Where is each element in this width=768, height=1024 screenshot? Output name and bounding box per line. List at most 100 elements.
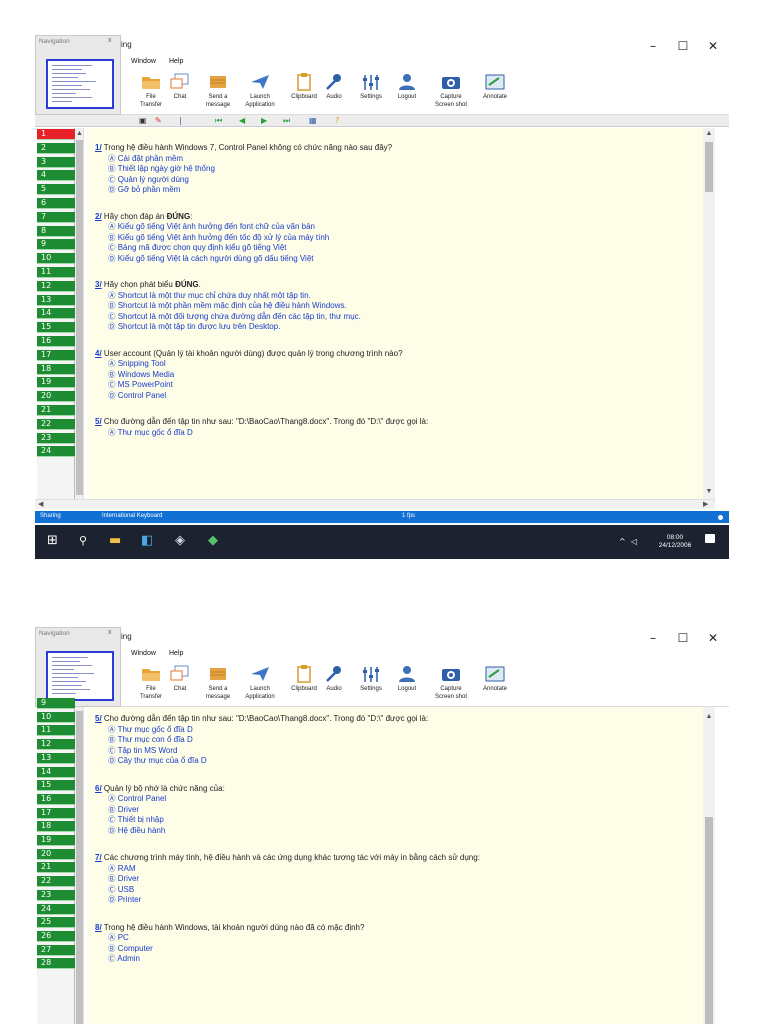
chat-button[interactable]: Chat [162,71,198,113]
app-icon[interactable]: ◧ [141,533,153,549]
launch-application-button[interactable]: Launch Application [237,71,283,113]
menu-help[interactable]: Help [169,58,183,65]
minimize-button[interactable]: – [638,37,668,55]
answer-option[interactable]: Ⓐ Shortcut là một thư mục chỉ chứa duy n… [108,291,311,301]
box-icon[interactable]: ▣ [139,115,147,126]
minimize-button[interactable]: – [638,629,668,647]
line-number[interactable]: 16 [37,793,75,805]
navigation-panel[interactable]: Navigation x [35,35,121,115]
navigation-close-icon[interactable]: x [108,629,112,636]
answer-option[interactable]: Ⓐ Control Panel [108,794,166,804]
answer-option[interactable]: Ⓐ Thư mục gốc ổ đĩa D [108,428,193,438]
line-number[interactable]: 5 [37,184,75,196]
tray-arrow-icon[interactable]: ^ [619,537,626,546]
answer-option[interactable]: Ⓐ PC [108,933,129,943]
answer-option[interactable]: Ⓓ Hệ điều hành [108,826,165,836]
line-number[interactable]: 6 [37,198,75,209]
question-number[interactable]: 8/ [95,923,102,932]
navigation-close-icon[interactable]: x [108,37,112,44]
line-number[interactable]: 18 [37,363,75,375]
answer-option[interactable]: Ⓓ Printer [108,895,141,905]
line-number[interactable]: 20 [37,391,75,403]
answer-option[interactable]: Ⓒ Quản lý người dùng [108,175,189,185]
answer-option[interactable]: Ⓒ Shortcut là một đối tượng chứa đường d… [108,312,361,322]
question-number[interactable]: 1/ [95,143,102,152]
line-number[interactable]: 12 [37,280,75,292]
answer-option[interactable]: Ⓒ USB [108,885,134,895]
gutter-scrollbar[interactable] [75,707,84,1024]
launch-application-button[interactable]: Launch Application [237,663,283,705]
capture-screenshot-button[interactable]: Capture Screen shot [428,663,474,705]
line-number[interactable]: 3 [37,156,75,168]
answer-option[interactable]: Ⓑ Driver [108,874,139,884]
scroll-up-icon[interactable]: ▲ [703,130,715,137]
clock[interactable]: 08:00 24/12/2006 [652,534,698,550]
audio-button[interactable]: Audio [319,663,349,705]
answer-option[interactable]: Ⓑ Windows Media [108,370,174,380]
menu-help[interactable]: Help [169,650,183,657]
last-icon[interactable]: ⏭ [283,115,290,126]
line-number[interactable]: 8 [37,225,75,237]
line-number[interactable]: 19 [37,377,75,389]
start-icon[interactable]: ⊞ [47,533,58,549]
line-number[interactable]: 1 [37,129,75,140]
question-number[interactable]: 2/ [95,212,102,221]
answer-option[interactable]: Ⓓ Gỡ bỏ phần mềm [108,185,180,195]
capture-screenshot-button[interactable]: Capture Screen shot [428,71,474,113]
line-number[interactable]: 26 [37,930,75,942]
annotate-button[interactable]: Annotate [472,663,518,705]
line-number[interactable]: 10 [37,711,75,723]
line-number[interactable]: 11 [37,267,75,278]
navigation-thumbnail[interactable] [46,651,114,701]
line-number[interactable]: 7 [37,211,75,223]
answer-option[interactable]: Ⓒ Bảng mã được chọn quy định kiểu gõ tiế… [108,243,287,253]
marker-icon[interactable]: ❘ [177,115,184,126]
answer-option[interactable]: Ⓐ Thư mục gốc ổ đĩa D [108,725,193,735]
settings-button[interactable]: Settings [355,71,387,113]
scroll-right-icon[interactable]: ▶ [703,500,708,508]
line-number[interactable]: 19 [37,835,75,846]
grid-icon[interactable]: ▦ [309,115,317,126]
answer-option[interactable]: Ⓑ Kiểu gõ tiếng Việt ảnh hưởng đến tốc đ… [108,233,329,243]
vertical-scrollbar[interactable]: ▲ [703,707,715,1024]
logout-button[interactable]: Logout [391,663,423,705]
search-icon[interactable]: ⚲ [79,533,87,549]
answer-option[interactable]: Ⓒ Thiết bị nhập [108,815,164,825]
annotate-button[interactable]: Annotate [472,71,518,113]
answer-option[interactable]: Ⓑ Computer [108,944,153,954]
line-number[interactable]: 17 [37,807,75,819]
question-number[interactable]: 7/ [95,853,102,862]
maximize-button[interactable]: ☐ [668,37,698,55]
settings-button[interactable]: Settings [355,663,387,705]
chat-button[interactable]: Chat [162,663,198,705]
line-number[interactable]: 16 [37,336,75,347]
prev-icon[interactable]: ◀ [239,115,245,126]
logout-button[interactable]: Logout [391,71,423,113]
line-number[interactable]: 13 [37,294,75,306]
answer-option[interactable]: Ⓐ Snipping Tool [108,359,166,369]
answer-option[interactable]: Ⓒ Tập tin MS Word [108,746,177,756]
line-number[interactable]: 24 [37,446,75,458]
menu-window[interactable]: Window [131,58,156,65]
volume-icon[interactable]: ◁ [631,537,637,546]
answer-option[interactable]: Ⓒ Admin [108,954,140,964]
answer-option[interactable]: Ⓒ MS PowerPoint [108,380,173,390]
line-number[interactable]: 18 [37,821,75,833]
close-button[interactable]: ✕ [698,629,728,647]
question-number[interactable]: 5/ [95,714,102,723]
help-icon[interactable]: ? [335,115,339,126]
line-number[interactable]: 17 [37,349,75,361]
audio-button[interactable]: Audio [319,71,349,113]
line-number[interactable]: 12 [37,739,75,751]
answer-option[interactable]: Ⓓ Cây thư mục của ổ đĩa D [108,756,207,766]
answer-option[interactable]: Ⓑ Shortcut là một phần mềm mặc định của … [108,301,347,311]
answer-option[interactable]: Ⓐ RAM [108,864,136,874]
line-number[interactable]: 9 [37,698,75,709]
scroll-up-icon[interactable]: ▲ [703,713,715,720]
line-number[interactable]: 24 [37,903,75,915]
gutter-scrollbar[interactable]: ▲ [75,128,84,499]
line-number[interactable]: 25 [37,917,75,929]
line-number[interactable]: 13 [37,752,75,764]
question-number[interactable]: 4/ [95,349,102,358]
line-number[interactable]: 2 [37,142,75,154]
